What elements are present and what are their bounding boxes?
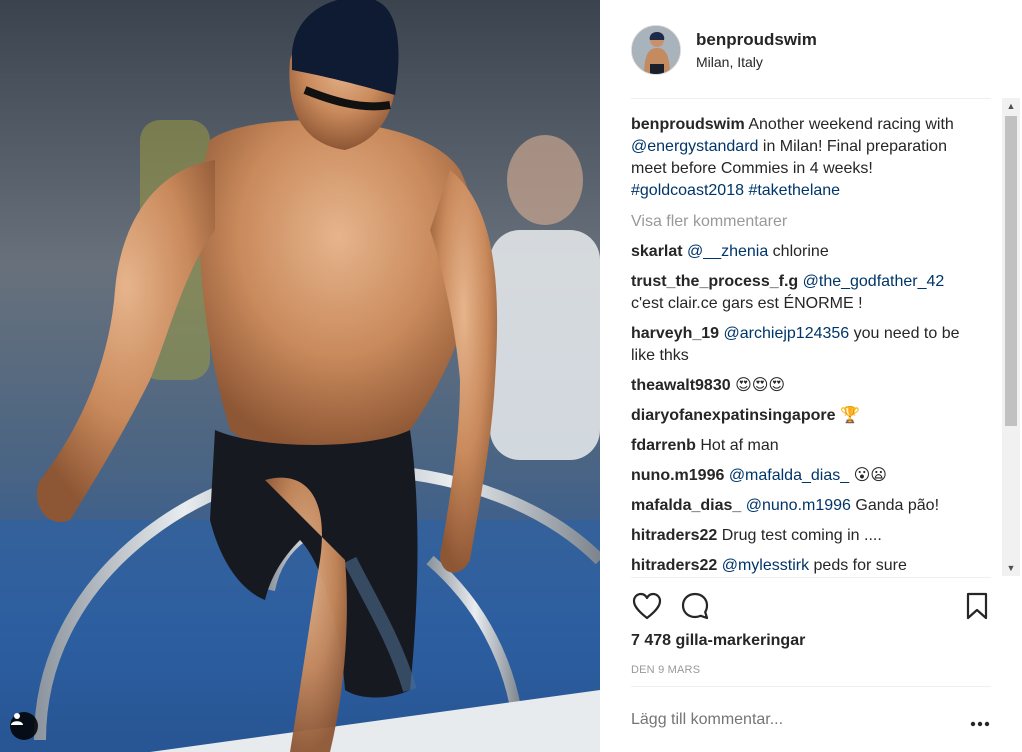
comment-item: diaryofanexpatinsingapore 🏆	[631, 405, 981, 427]
speech-bubble-icon	[681, 592, 709, 620]
comment-item: fdarrenb Hot af man	[631, 435, 981, 457]
comment-text: chlorine	[768, 243, 829, 260]
post-actions	[631, 590, 991, 622]
comment-text: c'est clair.ce gars est ÉNORME !	[631, 295, 863, 312]
comment-text: Ganda pão!	[850, 497, 940, 514]
post-caption: benproudswim Another weekend racing with…	[631, 114, 981, 202]
comment-item: skarlat @__zhenia chlorine	[631, 241, 981, 263]
comment-text: 🏆	[839, 407, 860, 424]
more-options-button[interactable]	[968, 714, 992, 734]
heart-outline-icon	[632, 592, 662, 620]
comment-item: theawalt9830 😍😍😍	[631, 375, 981, 397]
post-header: benproudswim Milan, Italy	[631, 25, 991, 77]
user-tag-button[interactable]	[10, 712, 38, 740]
comment-text: Hot af man	[700, 437, 779, 454]
comment-button[interactable]	[679, 590, 711, 622]
caption-username[interactable]: benproudswim	[631, 116, 745, 133]
like-button[interactable]	[631, 590, 663, 622]
post-photo[interactable]	[0, 0, 600, 752]
mention-link[interactable]: @__zhenia	[687, 243, 768, 260]
comment-username[interactable]: skarlat	[631, 243, 683, 260]
comment-item: hitraders22 Drug test coming in ....	[631, 525, 981, 547]
hashtag-link[interactable]: #goldcoast2018	[631, 182, 744, 199]
mention-link[interactable]: @the_godfather_42	[803, 273, 945, 290]
comment-username[interactable]: hitraders22	[631, 557, 717, 574]
comment-username[interactable]: theawalt9830	[631, 377, 731, 394]
comment-item: mafalda_dias_ @nuno.m1996 Ganda pão!	[631, 495, 981, 517]
comment-text: peds for sure	[809, 557, 907, 574]
arrow-up-icon[interactable]: ▲	[1002, 98, 1020, 114]
comment-text: 😍😍😍	[735, 377, 786, 394]
comment-item: hitraders22 @mylesstirk peds for sure	[631, 555, 981, 576]
comments-scrollbar[interactable]: ▲ ▼	[1002, 98, 1020, 576]
comment-username[interactable]: nuno.m1996	[631, 467, 724, 484]
comment-username[interactable]: harveyh_19	[631, 325, 719, 342]
add-comment-input[interactable]	[631, 711, 931, 729]
divider	[631, 686, 991, 687]
comment-username[interactable]: mafalda_dias_	[631, 497, 741, 514]
post-details-panel: benproudswim Milan, Italy benproudswim A…	[600, 0, 1022, 752]
comment-item: harveyh_19 @archiejp124356 you need to b…	[631, 323, 981, 367]
avatar[interactable]	[631, 25, 681, 75]
comment-username[interactable]: hitraders22	[631, 527, 717, 544]
comment-username[interactable]: diaryofanexpatinsingapore	[631, 407, 836, 424]
post-username[interactable]: benproudswim	[696, 30, 817, 50]
hashtag-link[interactable]: #takethelane	[748, 182, 840, 199]
scrollbar-thumb[interactable]	[1005, 116, 1017, 426]
avatar-image	[632, 26, 680, 74]
mention-link[interactable]: @archiejp124356	[724, 325, 850, 342]
divider	[631, 98, 991, 99]
user-tag-icon	[11, 713, 23, 725]
comment-text: Drug test coming in ....	[721, 527, 882, 544]
bookmark-icon	[966, 592, 988, 620]
comment-username[interactable]: trust_the_process_f.g	[631, 273, 798, 290]
comment-item: trust_the_process_f.g @the_godfather_42 …	[631, 271, 981, 315]
swimmer-photo-illustration	[0, 0, 600, 752]
save-button[interactable]	[961, 590, 993, 622]
comments-list: benproudswim Another weekend racing with…	[631, 114, 981, 576]
ellipsis-icon	[970, 721, 990, 727]
mention-link[interactable]: @mylesstirk	[722, 557, 809, 574]
mention-link[interactable]: @nuno.m1996	[746, 497, 851, 514]
post-date[interactable]: DEN 9 MARS	[631, 664, 700, 676]
mention-link[interactable]: @energystandard	[631, 138, 758, 155]
caption-text-part: Another weekend racing with	[744, 116, 954, 133]
view-more-comments-button[interactable]: Visa fler kommentarer	[631, 211, 981, 233]
post-location[interactable]: Milan, Italy	[696, 54, 763, 70]
likes-count[interactable]: 7 478 gilla-markeringar	[631, 632, 805, 650]
comment-text: 😮😦	[849, 467, 887, 484]
mention-link[interactable]: @mafalda_dias_	[729, 467, 849, 484]
comment-item: nuno.m1996 @mafalda_dias_ 😮😦	[631, 465, 981, 487]
arrow-down-icon[interactable]: ▼	[1002, 560, 1020, 576]
divider	[631, 577, 991, 578]
comment-username[interactable]: fdarrenb	[631, 437, 696, 454]
